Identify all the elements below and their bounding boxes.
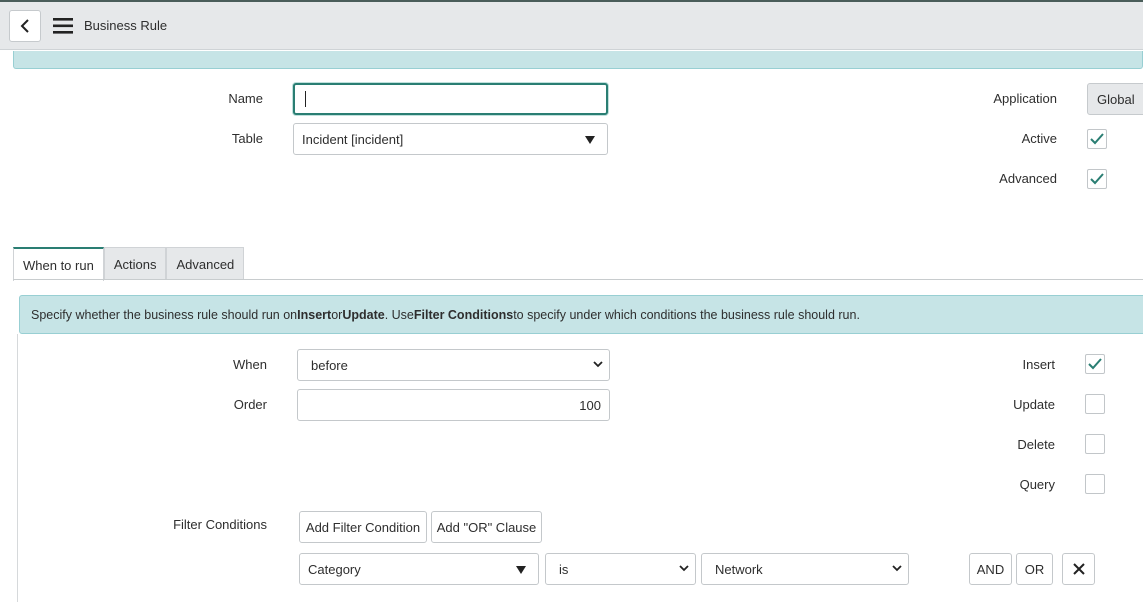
tab-when-to-run[interactable]: When to run: [13, 247, 104, 281]
table-select[interactable]: Incident [incident]: [293, 123, 608, 155]
filter-conditions-label: Filter Conditions: [173, 517, 267, 532]
chevron-down-icon: [679, 565, 689, 572]
page-title: Business Rule: [84, 18, 168, 33]
insert-label: Insert: [1022, 357, 1055, 372]
filter-value-value: Network: [715, 561, 763, 577]
filter-field-value: Category: [308, 561, 361, 577]
add-filter-condition-button[interactable]: Add Filter Condition: [299, 511, 427, 543]
filter-field-select[interactable]: Category: [299, 553, 539, 585]
remove-condition-button[interactable]: [1062, 553, 1095, 585]
and-button[interactable]: AND: [969, 553, 1012, 585]
query-label: Query: [1019, 477, 1055, 492]
advanced-checkbox[interactable]: [1087, 169, 1107, 189]
info-filter-conditions: Filter Conditions: [413, 307, 514, 322]
top-info-banner: [13, 51, 1143, 69]
info-insert: Insert: [297, 307, 332, 322]
info-text: Specify whether the business rule should…: [31, 307, 298, 322]
when-to-run-info-banner: Specify whether the business rule should…: [19, 295, 1143, 334]
filter-value-select[interactable]: Network: [701, 553, 909, 585]
checkmark-icon: [1090, 133, 1104, 145]
info-text: to specify under which conditions the bu…: [513, 307, 860, 322]
filter-operator-value: is: [559, 561, 569, 577]
order-value: 100: [579, 397, 601, 413]
delete-checkbox[interactable]: [1085, 434, 1105, 454]
info-text: or: [331, 307, 343, 322]
application-label: Application: [993, 91, 1057, 106]
dropdown-arrow-icon: [585, 136, 595, 144]
active-label: Active: [1021, 131, 1057, 146]
table-label: Table: [231, 131, 263, 146]
application-field: Global: [1087, 83, 1143, 115]
when-select[interactable]: before: [297, 349, 610, 381]
text-caret: [305, 91, 306, 107]
order-label: Order: [233, 397, 267, 412]
order-input[interactable]: 100: [297, 389, 610, 421]
chevron-down-icon: [593, 361, 603, 368]
query-checkbox[interactable]: [1085, 474, 1105, 494]
when-value: before: [311, 357, 348, 373]
checkmark-icon: [1088, 358, 1102, 370]
advanced-label: Advanced: [999, 171, 1057, 186]
name-input[interactable]: [293, 83, 608, 115]
table-value: Incident [incident]: [302, 131, 404, 147]
back-button[interactable]: [9, 10, 41, 42]
tab-advanced[interactable]: Advanced: [166, 247, 245, 280]
add-or-clause-button[interactable]: Add "OR" Clause: [431, 511, 542, 543]
insert-checkbox[interactable]: [1085, 354, 1105, 374]
when-label: When: [233, 357, 267, 372]
active-checkbox[interactable]: [1087, 129, 1107, 149]
tab-divider: [13, 279, 1143, 280]
chevron-down-icon: [892, 565, 902, 572]
or-button[interactable]: OR: [1016, 553, 1053, 585]
tab-bar: When to run Actions Advanced: [13, 247, 245, 281]
info-update: Update: [342, 307, 385, 322]
chevron-left-icon: [20, 19, 29, 33]
checkmark-icon: [1090, 173, 1104, 185]
filter-operator-select[interactable]: is: [545, 553, 696, 585]
update-label: Update: [1013, 397, 1055, 412]
name-label: Name: [228, 91, 263, 106]
dropdown-arrow-icon: [516, 566, 526, 574]
tab-actions[interactable]: Actions: [103, 247, 167, 280]
update-checkbox[interactable]: [1085, 394, 1105, 414]
section-border: [17, 334, 18, 602]
top-header: Business Rule: [0, 0, 1143, 50]
close-icon: [1072, 563, 1085, 575]
delete-label: Delete: [1017, 437, 1055, 452]
info-text: . Use: [384, 307, 414, 322]
hamburger-menu-icon[interactable]: [53, 17, 73, 35]
application-value: Global: [1097, 91, 1135, 107]
